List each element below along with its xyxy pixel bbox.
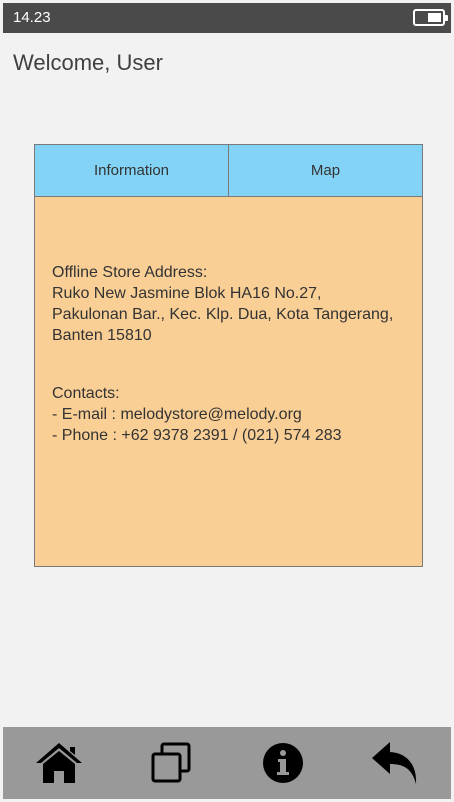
back-button[interactable] (367, 735, 423, 791)
battery-level (428, 13, 441, 22)
bottom-navigation (3, 727, 451, 799)
info-content: Offline Store Address: Ruko New Jasmine … (52, 262, 412, 446)
battery-icon (413, 9, 448, 26)
home-icon (36, 743, 82, 783)
welcome-title: Welcome, User (13, 50, 163, 75)
contacts-heading: Contacts: (52, 385, 120, 402)
address-line: Ruko New Jasmine Blok HA16 No.27, (52, 285, 322, 302)
tab-bar: Information Map (35, 145, 422, 197)
tab-information[interactable]: Information (35, 145, 228, 196)
phone-screen: 14.23 Welcome, User Information Map Offl… (3, 3, 451, 799)
back-icon (372, 742, 417, 784)
copy-icon (151, 742, 191, 783)
tab-map[interactable]: Map (228, 145, 422, 196)
email-line: - E-mail : melodystore@melody.org (52, 406, 302, 423)
info-button[interactable] (255, 735, 311, 791)
status-bar: 14.23 (3, 3, 451, 33)
address-line: Banten 15810 (52, 327, 152, 344)
address-heading: Offline Store Address: (52, 264, 208, 281)
store-info-panel: Information Map Offline Store Address: R… (34, 144, 423, 567)
info-icon (263, 743, 303, 783)
home-button[interactable] (31, 735, 87, 791)
address-line: Pakulonan Bar., Kec. Klp. Dua, Kota Tang… (52, 306, 394, 323)
status-time: 14.23 (13, 9, 51, 26)
copy-button[interactable] (143, 735, 199, 791)
phone-line: - Phone : +62 9378 2391 / (021) 574 283 (52, 427, 342, 444)
